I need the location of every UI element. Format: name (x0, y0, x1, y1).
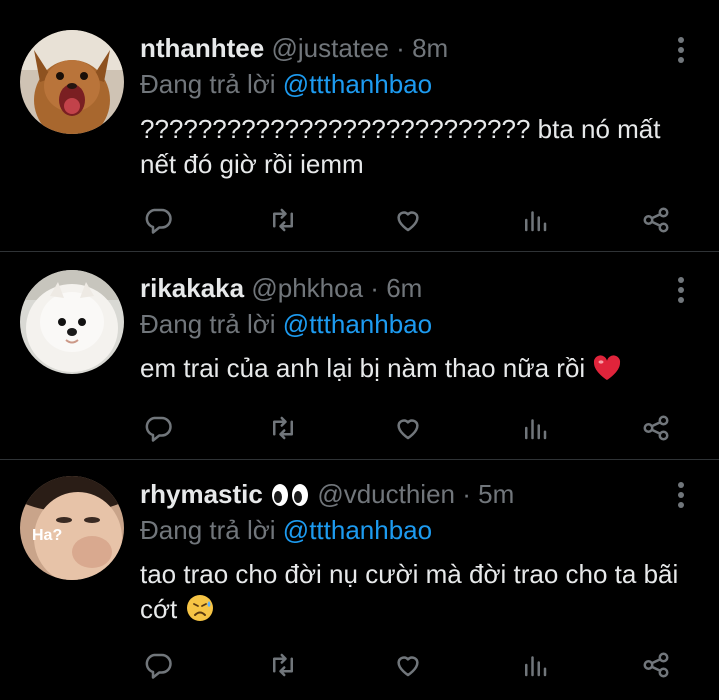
display-name[interactable]: rikakaka (140, 273, 244, 303)
retweet-icon (273, 416, 293, 440)
retweet-icon (273, 208, 293, 232)
timestamp[interactable]: 5m (478, 479, 514, 509)
child-face-avatar: Ha? (20, 476, 124, 580)
views-button[interactable] (517, 410, 553, 446)
separator-dot: · (370, 273, 379, 303)
dog-pomeranian-avatar (20, 270, 124, 374)
tweet-text: em trai của anh lại bị nàm thao nữa rồi (140, 353, 586, 383)
tweet-header: rhymastic @vducthien · 5m (140, 479, 514, 509)
views-button[interactable] (517, 647, 553, 683)
retweet-icon (273, 653, 293, 677)
tweet-actions (140, 647, 680, 683)
eyes-icon (272, 484, 309, 506)
reply-icon (145, 208, 172, 234)
reply-button[interactable] (140, 202, 176, 238)
like-button[interactable] (390, 647, 426, 683)
share-button[interactable] (638, 647, 674, 683)
tweet-item[interactable]: nthanhtee @justatee · 8m Đang trả lời @t… (0, 0, 719, 252)
tweet-actions (140, 202, 680, 238)
share-button[interactable] (638, 202, 674, 238)
retweet-button[interactable] (265, 410, 301, 446)
more-vertical-icon (678, 37, 684, 63)
like-icon (397, 211, 419, 232)
user-handle[interactable]: @justatee (271, 33, 388, 63)
mention-link[interactable]: @ttthanhbao (283, 309, 432, 339)
replying-to: Đang trả lời @ttthanhbao (140, 515, 432, 545)
avatar[interactable] (20, 270, 124, 374)
reply-button[interactable] (140, 410, 176, 446)
tweet-actions (140, 410, 680, 446)
tweet-header: rikakaka @phkhoa · 6m (140, 273, 422, 303)
mention-link[interactable]: @ttthanhbao (283, 69, 432, 99)
tweet-header: nthanhtee @justatee · 8m (140, 33, 448, 63)
user-handle[interactable]: @phkhoa (251, 273, 363, 303)
display-name[interactable]: rhymastic (140, 479, 263, 509)
user-handle[interactable]: @vducthien (317, 479, 455, 509)
more-options-button[interactable] (669, 480, 693, 510)
share-icon (643, 207, 669, 233)
tweet-text: tao trao cho đời nụ cười mà đời trao cho… (140, 559, 679, 624)
mention-link[interactable]: @ttthanhbao (283, 515, 432, 545)
tweet-item[interactable]: rikakaka @phkhoa · 6m Đang trả lời @ttth… (0, 252, 719, 460)
red-heart-icon (594, 355, 621, 380)
more-options-button[interactable] (669, 35, 693, 65)
like-icon (397, 656, 419, 677)
dog-chihuahua-avatar (20, 30, 124, 134)
tweet-text: ??????????????????????????? bta nó mất n… (140, 114, 661, 179)
timestamp[interactable]: 8m (412, 33, 448, 63)
share-icon (643, 415, 669, 441)
views-button[interactable] (517, 202, 553, 238)
like-button[interactable] (390, 202, 426, 238)
timestamp[interactable]: 6m (386, 273, 422, 303)
tweet-text-wrapper: tao trao cho đời nụ cười mà đời trao cho… (140, 557, 700, 627)
share-button[interactable] (638, 410, 674, 446)
reply-button[interactable] (140, 647, 176, 683)
reply-icon (145, 653, 172, 679)
views-icon (525, 656, 547, 677)
like-icon (397, 419, 419, 440)
tweet-text-wrapper: em trai của anh lại bị nàm thao nữa rồi (140, 351, 700, 386)
separator-dot: · (396, 33, 405, 63)
retweet-button[interactable] (265, 202, 301, 238)
replying-to: Đang trả lời @ttthanhbao (140, 69, 432, 99)
tweet-item[interactable]: Ha? rhymastic @vducthien · 5m Đang trả l… (0, 460, 719, 700)
more-vertical-icon (678, 277, 684, 303)
replying-to-label: Đang trả lời (140, 515, 276, 545)
share-icon (643, 652, 669, 678)
replying-to-label: Đang trả lời (140, 69, 276, 99)
views-icon (525, 419, 547, 440)
retweet-button[interactable] (265, 647, 301, 683)
replying-to-label: Đang trả lời (140, 309, 276, 339)
more-options-button[interactable] (669, 275, 693, 305)
display-name[interactable]: nthanhtee (140, 33, 264, 63)
views-icon (525, 211, 547, 232)
like-button[interactable] (390, 410, 426, 446)
avatar[interactable] (20, 30, 124, 134)
reply-icon (145, 416, 172, 442)
sad-sweat-face-icon (186, 595, 213, 621)
more-vertical-icon (678, 482, 684, 508)
avatar[interactable]: Ha? (20, 476, 124, 580)
separator-dot: · (462, 479, 471, 509)
avatar-caption: Ha? (32, 527, 62, 544)
replying-to: Đang trả lời @ttthanhbao (140, 309, 432, 339)
